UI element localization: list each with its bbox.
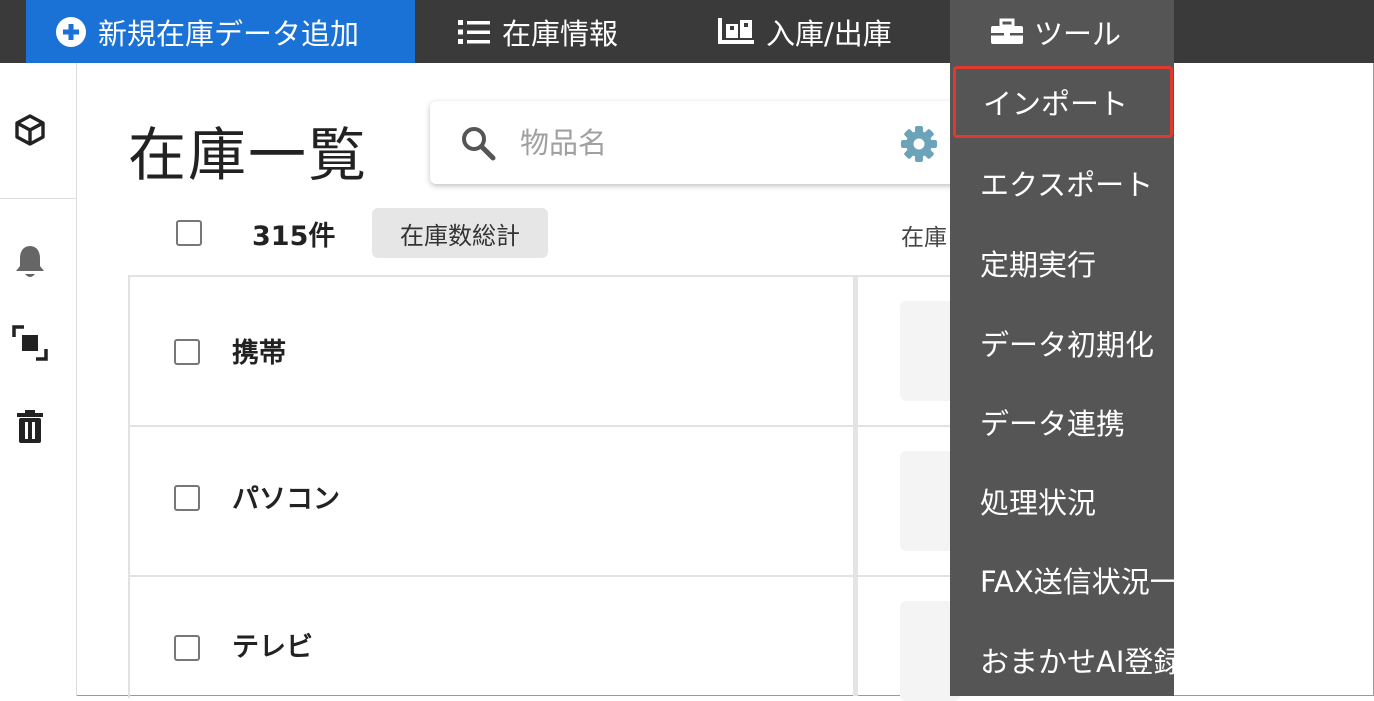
table-row[interactable]: パソコン	[130, 427, 960, 577]
row-item-name: 携帯	[232, 338, 286, 369]
nav-inventory-info[interactable]: 在庫情報	[458, 0, 618, 63]
add-inventory-label: 新規在庫データ追加	[98, 16, 360, 51]
table-row[interactable]: テレビ	[130, 577, 960, 701]
trash-icon[interactable]	[12, 409, 48, 445]
select-region-icon[interactable]	[12, 325, 48, 361]
column-header-stock: 在庫	[901, 225, 947, 251]
dolly-boxes-icon	[716, 16, 756, 48]
nav-inventory-info-label: 在庫情報	[502, 16, 619, 51]
search-icon	[460, 125, 496, 165]
search-box[interactable]	[430, 101, 970, 184]
item-count: 315件	[252, 221, 336, 252]
left-rail	[0, 63, 77, 696]
menu-item-label: データ初期化	[980, 328, 1155, 362]
tools-dropdown-menu: インポート エクスポート 定期実行 データ初期化 データ連携 処理状況 FAX送…	[950, 63, 1208, 696]
row-item-name: パソコン	[232, 484, 340, 515]
stock-total-button[interactable]: 在庫数総計	[372, 208, 548, 258]
select-all-checkbox[interactable]	[176, 220, 202, 246]
menu-item-data-integration[interactable]: データ連携	[950, 386, 1174, 458]
toolbox-icon	[990, 18, 1024, 46]
nav-in-out[interactable]: 入庫/出庫	[716, 0, 892, 63]
menu-item-fax-status-list[interactable]: FAX送信状況一覧	[950, 544, 1208, 616]
search-input[interactable]	[518, 121, 882, 165]
menu-item-import[interactable]: インポート	[953, 66, 1173, 138]
row-checkbox[interactable]	[174, 635, 200, 661]
menu-item-data-reset[interactable]: データ初期化	[950, 307, 1174, 379]
rail-divider	[0, 198, 76, 199]
plus-circle-icon	[54, 15, 88, 49]
menu-item-label: 処理状況	[980, 486, 1097, 520]
page-title: 在庫一覧	[128, 121, 369, 189]
top-nav: 新規在庫データ追加 在庫情報 入庫/出庫 ツール	[0, 0, 1374, 63]
row-checkbox[interactable]	[174, 339, 200, 365]
menu-item-label: 定期実行	[980, 248, 1097, 282]
menu-item-label: エクスポート	[980, 168, 1154, 202]
menu-item-ai-registration[interactable]: おまかせAI登録	[950, 624, 1182, 696]
menu-item-label: インポート	[983, 87, 1129, 121]
cube-icon[interactable]	[12, 112, 48, 148]
menu-item-export[interactable]: エクスポート	[950, 147, 1174, 219]
menu-item-process-status[interactable]: 処理状況	[950, 465, 1174, 537]
row-checkbox[interactable]	[174, 485, 200, 511]
row-item-name: テレビ	[232, 632, 313, 663]
menu-item-scheduled-run[interactable]: 定期実行	[950, 227, 1174, 299]
menu-item-label: おまかせAI登録	[980, 645, 1183, 679]
add-inventory-button[interactable]: 新規在庫データ追加	[26, 0, 415, 63]
table-row[interactable]: 携帯	[130, 277, 960, 427]
menu-item-label: FAX送信状況一覧	[980, 565, 1208, 599]
nav-tools-label: ツール	[1034, 16, 1122, 51]
bell-icon[interactable]	[12, 243, 48, 279]
gear-icon[interactable]	[900, 125, 938, 167]
menu-item-label: データ連携	[980, 407, 1126, 441]
list-icon	[458, 18, 490, 46]
nav-tools[interactable]: ツール	[950, 0, 1174, 63]
nav-in-out-label: 入庫/出庫	[766, 16, 892, 51]
